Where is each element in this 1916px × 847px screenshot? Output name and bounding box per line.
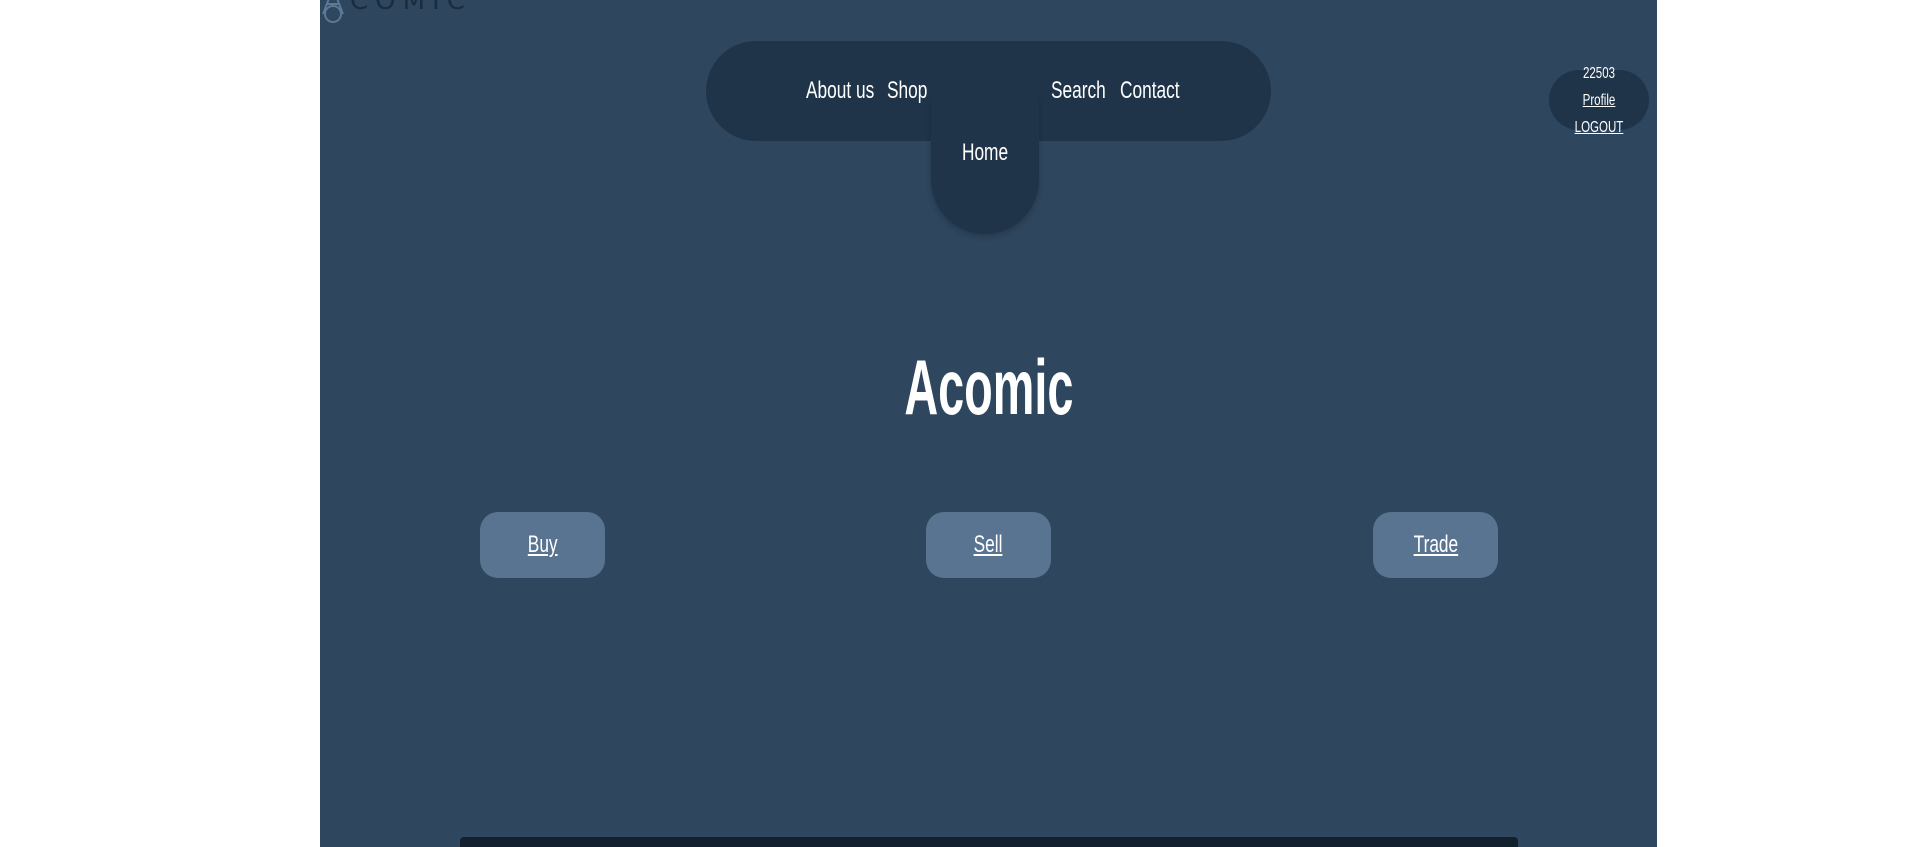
nav-home-label: Home xyxy=(961,139,1009,166)
buy-button-label: Buy xyxy=(527,531,558,558)
buy-button[interactable]: Buy xyxy=(480,512,605,578)
user-id: 22503 xyxy=(1582,65,1616,82)
footer-bar xyxy=(460,837,1518,847)
logout-link[interactable]: LOGOUT xyxy=(1575,119,1624,136)
page-title-text: Acomic xyxy=(903,343,1074,432)
nav-shop[interactable]: Shop xyxy=(887,41,927,141)
site-logo[interactable]: COMIC xyxy=(320,0,472,26)
trade-button[interactable]: Trade xyxy=(1373,512,1498,578)
logo-text: COMIC xyxy=(350,0,472,16)
sell-button-label: Sell xyxy=(974,531,1003,558)
nav-contact[interactable]: Contact xyxy=(1120,41,1180,141)
nav-search[interactable]: Search xyxy=(1051,41,1106,141)
trade-button-label: Trade xyxy=(1413,531,1458,558)
profile-link[interactable]: Profile xyxy=(1583,92,1616,109)
page-title: Acomic xyxy=(320,342,1657,432)
user-panel-content: 22503 Profile LOGOUT xyxy=(1549,60,1649,141)
letter-a-logo-icon xyxy=(320,0,346,26)
sell-button[interactable]: Sell xyxy=(926,512,1051,578)
nav-home[interactable]: Home xyxy=(931,95,1039,234)
nav-about-us[interactable]: About us xyxy=(806,41,874,141)
main-page: COMIC About us Shop Search Contact Home … xyxy=(320,0,1657,847)
